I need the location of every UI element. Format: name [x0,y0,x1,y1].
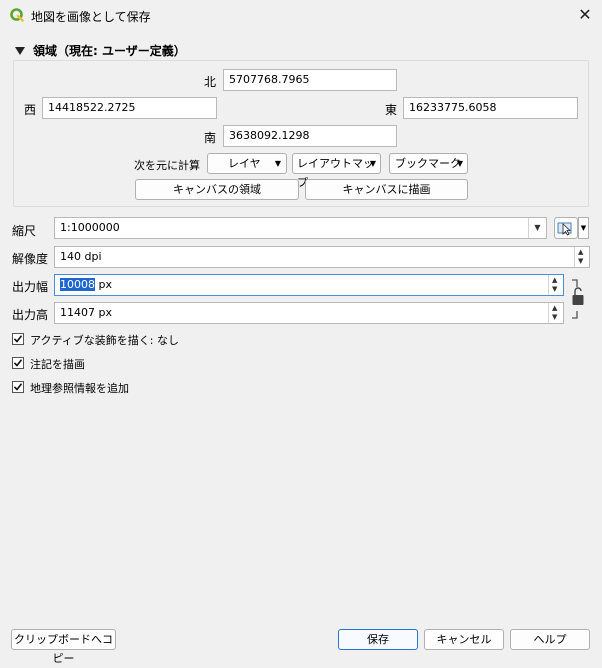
checkmark-icon [13,335,23,343]
draw-on-canvas-button[interactable]: キャンバスに描画 [305,179,468,200]
resolution-label: 解像度 [12,252,49,266]
scale-combo[interactable]: 1:1000000 ▼ [54,217,547,239]
calc-from-label: 次を元に計算 [134,159,200,172]
checkmark-icon [13,359,23,367]
copy-to-clipboard-button[interactable]: クリップボードへコピー [11,629,116,665]
scale-tool-menu-arrow[interactable]: ▼ [578,217,589,239]
spin-arrows[interactable]: ▲ ▼ [574,247,589,267]
west-label: 西 [24,103,37,117]
bookmark-dropdown[interactable]: ブックマーク ▼ [389,153,468,174]
layer-dropdown-label: レイヤ [228,157,261,170]
east-label: 東 [385,103,398,117]
layer-dropdown[interactable]: レイヤ ▼ [207,153,287,174]
qgis-logo-icon [10,8,24,22]
chevron-down-icon: ▼ [369,159,376,168]
output-height-spinbox[interactable]: 11407 px ▲ ▼ [54,302,564,324]
output-width-unit: px [95,278,112,291]
spin-up-icon[interactable]: ▲ [552,305,557,312]
resolution-spinbox[interactable]: 140 dpi ▲ ▼ [54,246,590,268]
checkmark-icon [13,383,23,391]
bookmark-dropdown-label: ブックマーク [395,157,461,170]
title-bar: 地図を画像として保存 ✕ [0,0,602,30]
south-input[interactable]: 3638092.1298 [223,125,397,147]
draw-annotations-checkbox[interactable] [12,357,24,369]
window-title: 地図を画像として保存 [31,10,151,24]
extent-section-title[interactable]: 領域（現在: ユーザー定義） [33,42,186,59]
close-icon: ✕ [578,5,592,24]
spin-arrows[interactable]: ▲ ▼ [548,303,563,323]
append-georef-label[interactable]: 地理参照情報を追加 [30,380,129,396]
output-width-spinbox[interactable]: 10008 px ▲ ▼ [54,274,564,296]
map-cursor-icon [557,222,572,236]
west-input[interactable]: 14418522.2725 [42,97,217,119]
resolution-value: 140 dpi [60,250,102,263]
canvas-extent-button[interactable]: キャンバスの領域 [135,179,299,200]
cancel-button[interactable]: キャンセル [424,629,504,650]
append-georef-checkbox[interactable] [12,381,24,393]
east-input[interactable]: 16233775.6058 [403,97,578,119]
help-button[interactable]: ヘルプ [510,629,590,650]
spin-down-icon[interactable]: ▼ [552,286,557,293]
collapse-triangle-icon[interactable] [14,46,26,56]
chevron-down-icon[interactable]: ▼ [528,218,546,238]
spin-up-icon[interactable]: ▲ [552,277,557,284]
output-height-value: 11407 px [60,306,112,319]
north-label: 北 [204,75,217,89]
map-scale-tool-button[interactable] [554,217,578,239]
spin-arrows[interactable]: ▲ ▼ [548,275,563,295]
output-height-label: 出力高 [12,308,49,322]
draw-annotations-label[interactable]: 注記を描画 [30,356,85,372]
save-button[interactable]: 保存 [338,629,418,650]
active-decorations-checkbox[interactable] [12,333,24,345]
chevron-down-icon: ▼ [456,159,463,168]
spin-up-icon[interactable]: ▲ [578,249,583,256]
spin-down-icon[interactable]: ▼ [552,314,557,321]
south-label: 南 [204,131,217,145]
layout-map-dropdown[interactable]: レイアウトマップ ▼ [292,153,381,189]
aspect-lock-icon[interactable] [569,276,587,322]
close-button[interactable]: ✕ [574,5,596,25]
scale-value: 1:1000000 [60,221,120,234]
active-decorations-label[interactable]: アクティブな装飾を描く: なし [30,332,179,348]
scale-label: 縮尺 [12,224,37,238]
chevron-down-icon: ▼ [274,159,281,168]
spin-down-icon[interactable]: ▼ [578,258,583,265]
output-width-label: 出力幅 [12,280,49,294]
north-input[interactable]: 5707768.7965 [223,69,397,91]
output-width-selected-value: 10008 [60,278,95,291]
